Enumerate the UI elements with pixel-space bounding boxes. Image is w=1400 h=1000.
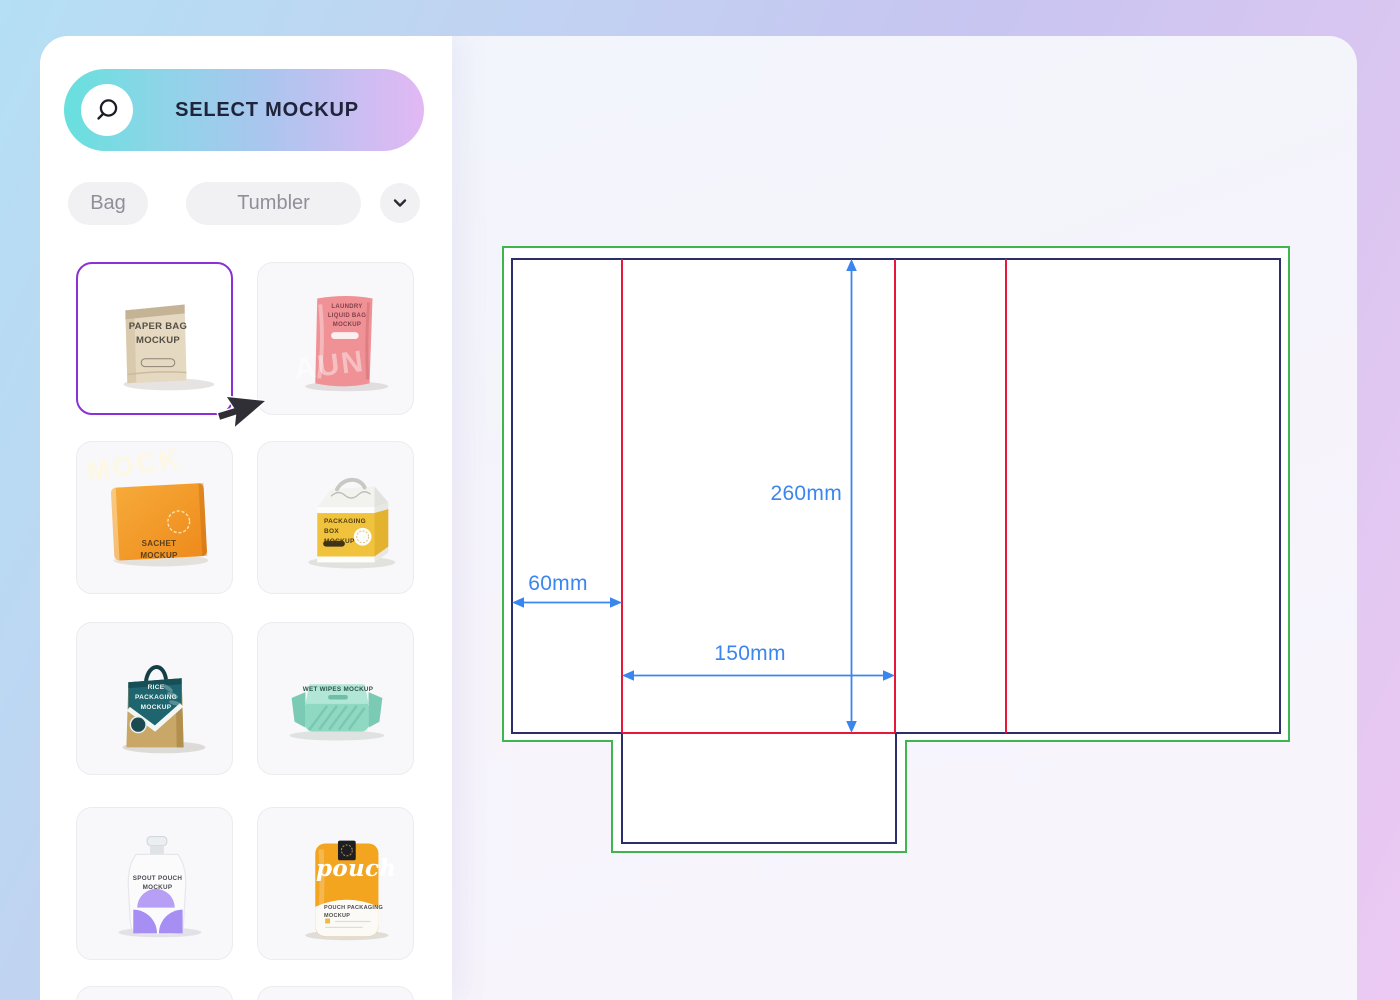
mockup-item-label: SPOUT POUCH MOCKUP <box>130 874 185 893</box>
mockup-item-paper-bag[interactable]: PAPER BAG MOCKUP <box>76 262 233 415</box>
mockup-item-label: WET WIPES MOCKUP <box>293 685 383 694</box>
search-icon <box>81 84 133 136</box>
mockup-item-spout-pouch[interactable]: SPOUT POUCH MOCKUP <box>76 807 233 960</box>
mockup-item-label: POUCH PACKAGING MOCKUP <box>324 904 386 921</box>
dimension-label-height: 260mm <box>758 482 842 506</box>
mockup-item-partial-left[interactable] <box>76 986 233 1000</box>
laundry-bag-image <box>258 263 413 414</box>
app-background: { "page": { "background": { "top_left": … <box>0 0 1400 1000</box>
dimension-label-width: 150mm <box>708 642 792 666</box>
mockup-item-label: PACKAGING BOX MOCKUP <box>324 517 370 546</box>
wet-wipes-image <box>258 623 413 774</box>
mockup-brand-text: pouch <box>316 852 380 887</box>
mockup-item-label: SACHET MOCKUP <box>129 538 189 562</box>
mockup-item-pouch-packaging[interactable]: pouch POUCH PACKAGING MOCKUP <box>257 807 414 960</box>
select-mockup-button[interactable]: SELECT MOCKUP <box>64 69 424 151</box>
dimension-label-gusset: 60mm <box>516 572 600 596</box>
mockup-item-rice-packaging[interactable]: RICE PACKAGING MOCKUP <box>76 622 233 775</box>
mockup-item-label: LAUNDRY LIQUID BAG MOCKUP <box>324 303 370 330</box>
mockup-sidebar: SELECT MOCKUP Bag Tumbler PAPER BAG MOCK… <box>40 36 452 1000</box>
filter-chip-tumbler[interactable]: Tumbler <box>186 182 361 225</box>
mockup-item-label: PAPER BAG MOCKUP <box>122 320 194 349</box>
more-filters-button[interactable] <box>380 183 420 223</box>
chevron-down-icon <box>391 194 409 212</box>
mockup-item-partial-right[interactable] <box>257 986 414 1000</box>
filter-chip-bag[interactable]: Bag <box>68 182 148 225</box>
mockup-item-sachet[interactable]: MOCK SACHET MOCKUP <box>76 441 233 594</box>
select-mockup-label: SELECT MOCKUP <box>175 99 359 122</box>
main-card: SELECT MOCKUP Bag Tumbler PAPER BAG MOCK… <box>40 36 1357 1000</box>
mockup-item-label: RICE PACKAGING MOCKUP <box>131 683 181 712</box>
mockup-item-laundry-bag[interactable]: AUN LAUNDRY LIQUID BAG MOCKUP <box>257 262 414 415</box>
mockup-item-packaging-box[interactable]: PACKAGING BOX MOCKUP <box>257 441 414 594</box>
mockup-item-wet-wipes[interactable]: WET WIPES MOCKUP <box>257 622 414 775</box>
